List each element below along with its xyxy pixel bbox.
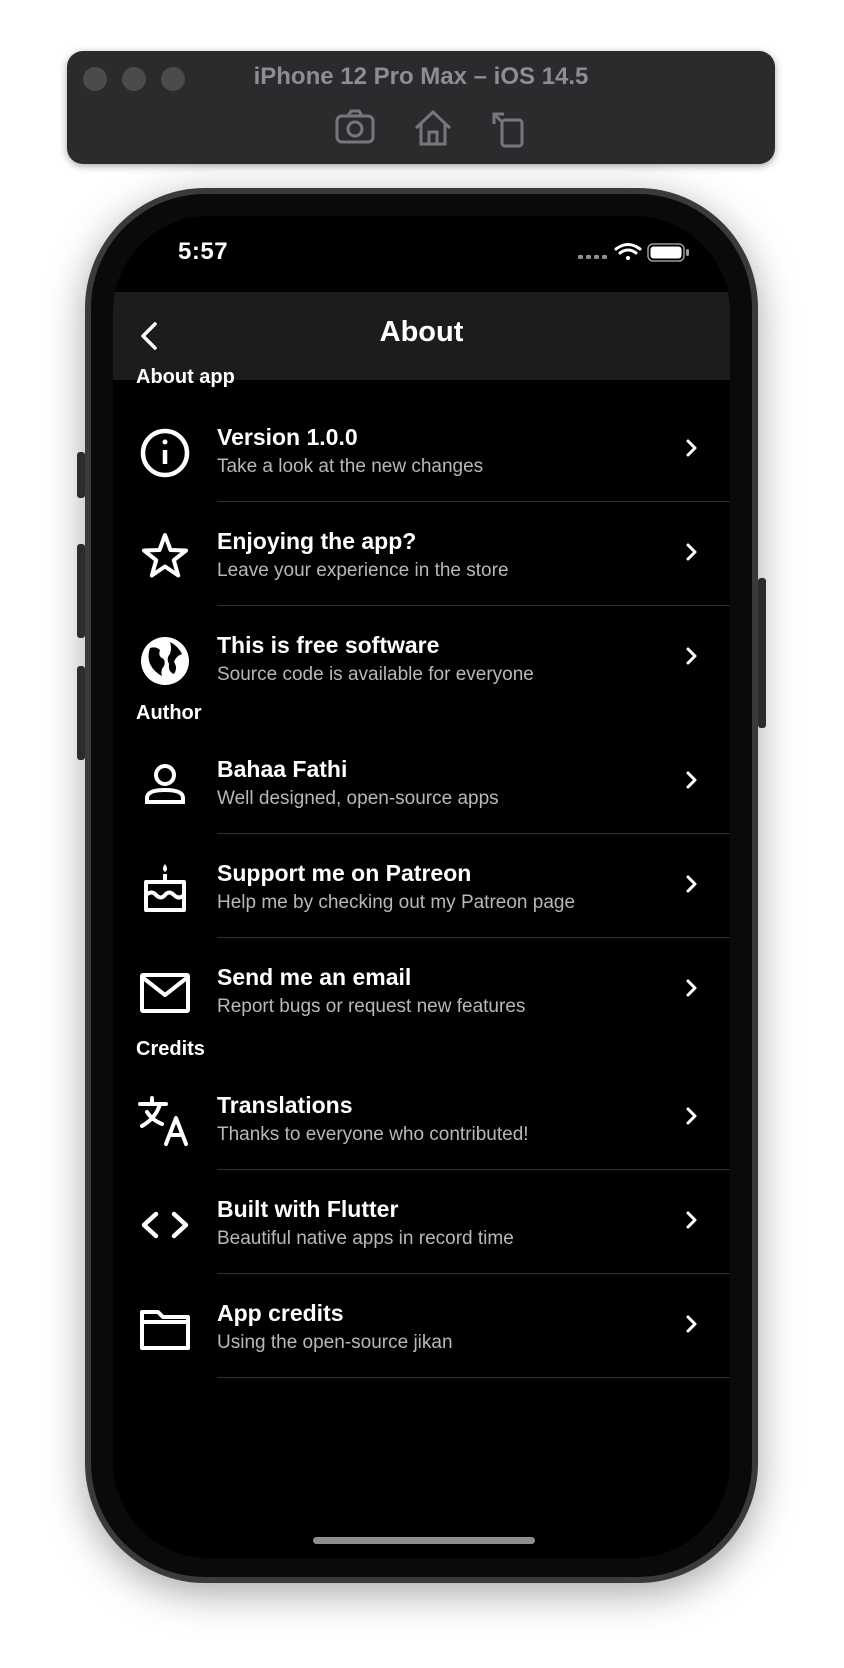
list-item-patreon[interactable]: Support me on Patreon Help me by checkin… bbox=[113, 834, 730, 938]
chevron-right-icon bbox=[686, 979, 697, 997]
star-icon bbox=[138, 530, 192, 584]
item-title: Version 1.0.0 bbox=[217, 424, 358, 450]
screenshot-icon[interactable] bbox=[333, 106, 377, 150]
status-icons bbox=[578, 240, 690, 264]
cake-icon bbox=[138, 862, 192, 916]
section-header-credits: Credits bbox=[136, 1038, 205, 1060]
item-subtitle: Leave your experience in the store bbox=[217, 560, 509, 581]
list-item-translations[interactable]: Translations Thanks to everyone who cont… bbox=[113, 1066, 730, 1170]
wifi-icon bbox=[614, 243, 642, 260]
item-subtitle: Help me by checking out my Patreon page bbox=[217, 892, 576, 913]
globe-icon bbox=[138, 634, 192, 688]
person-icon bbox=[138, 758, 192, 812]
folder-icon bbox=[138, 1302, 192, 1356]
list-item-email[interactable]: Send me an email Report bugs or request … bbox=[113, 938, 730, 1042]
home-indicator[interactable] bbox=[313, 1537, 535, 1544]
list-item-app-credits[interactable]: App credits Using the open-source jikan bbox=[113, 1274, 730, 1378]
item-subtitle: Beautiful native apps in record time bbox=[217, 1228, 514, 1249]
divider bbox=[217, 1377, 730, 1378]
item-title: Built with Flutter bbox=[217, 1196, 399, 1222]
notch bbox=[271, 216, 573, 262]
volume-up-button bbox=[77, 544, 85, 638]
simulator-title: iPhone 12 Pro Max – iOS 14.5 bbox=[253, 63, 589, 90]
list-item-enjoying-app[interactable]: Enjoying the app? Leave your experience … bbox=[113, 502, 730, 606]
item-title: This is free software bbox=[217, 632, 440, 658]
status-time: 5:57 bbox=[178, 238, 229, 265]
battery-icon bbox=[647, 243, 689, 262]
item-subtitle: Well designed, open-source apps bbox=[217, 788, 499, 809]
mute-switch bbox=[77, 452, 85, 498]
item-subtitle: Thanks to everyone who contributed! bbox=[217, 1124, 529, 1145]
phone-screen: 5:57 About About app Version 1.0.0 Take … bbox=[113, 216, 730, 1558]
page-title: About bbox=[379, 316, 464, 348]
section-header-author: Author bbox=[136, 702, 202, 724]
chevron-right-icon bbox=[686, 875, 697, 893]
chevron-right-icon bbox=[686, 1315, 697, 1333]
item-subtitle: Using the open-source jikan bbox=[217, 1332, 453, 1353]
list-item-flutter[interactable]: Built with Flutter Beautiful native apps… bbox=[113, 1170, 730, 1274]
item-title: App credits bbox=[217, 1300, 344, 1326]
chevron-right-icon bbox=[686, 1211, 697, 1229]
chevron-right-icon bbox=[686, 1107, 697, 1125]
power-button bbox=[758, 578, 766, 728]
item-subtitle: Take a look at the new changes bbox=[217, 456, 484, 477]
item-title: Send me an email bbox=[217, 964, 412, 990]
item-title: Bahaa Fathi bbox=[217, 756, 348, 782]
chevron-right-icon bbox=[686, 439, 697, 457]
section-header-about-app: About app bbox=[136, 366, 235, 388]
item-title: Support me on Patreon bbox=[217, 860, 472, 886]
translate-icon bbox=[138, 1094, 192, 1148]
simulator-toolbar: iPhone 12 Pro Max – iOS 14.5 bbox=[67, 51, 775, 164]
list-item-version[interactable]: Version 1.0.0 Take a look at the new cha… bbox=[113, 398, 730, 502]
list-item-author[interactable]: Bahaa Fathi Well designed, open-source a… bbox=[113, 730, 730, 834]
item-subtitle: Report bugs or request new features bbox=[217, 996, 526, 1017]
volume-down-button bbox=[77, 666, 85, 760]
signal-icon bbox=[578, 255, 607, 259]
info-icon bbox=[138, 426, 192, 480]
home-icon[interactable] bbox=[411, 106, 455, 150]
code-icon bbox=[138, 1198, 192, 1252]
chevron-right-icon bbox=[686, 543, 697, 561]
list-item-free-software[interactable]: This is free software Source code is ava… bbox=[113, 606, 730, 710]
item-title: Translations bbox=[217, 1092, 353, 1118]
chevron-right-icon bbox=[686, 771, 697, 789]
chevron-right-icon bbox=[686, 647, 697, 665]
mail-icon bbox=[138, 966, 192, 1020]
item-subtitle: Source code is available for everyone bbox=[217, 664, 534, 685]
item-title: Enjoying the app? bbox=[217, 528, 417, 554]
rotate-icon[interactable] bbox=[488, 106, 532, 150]
